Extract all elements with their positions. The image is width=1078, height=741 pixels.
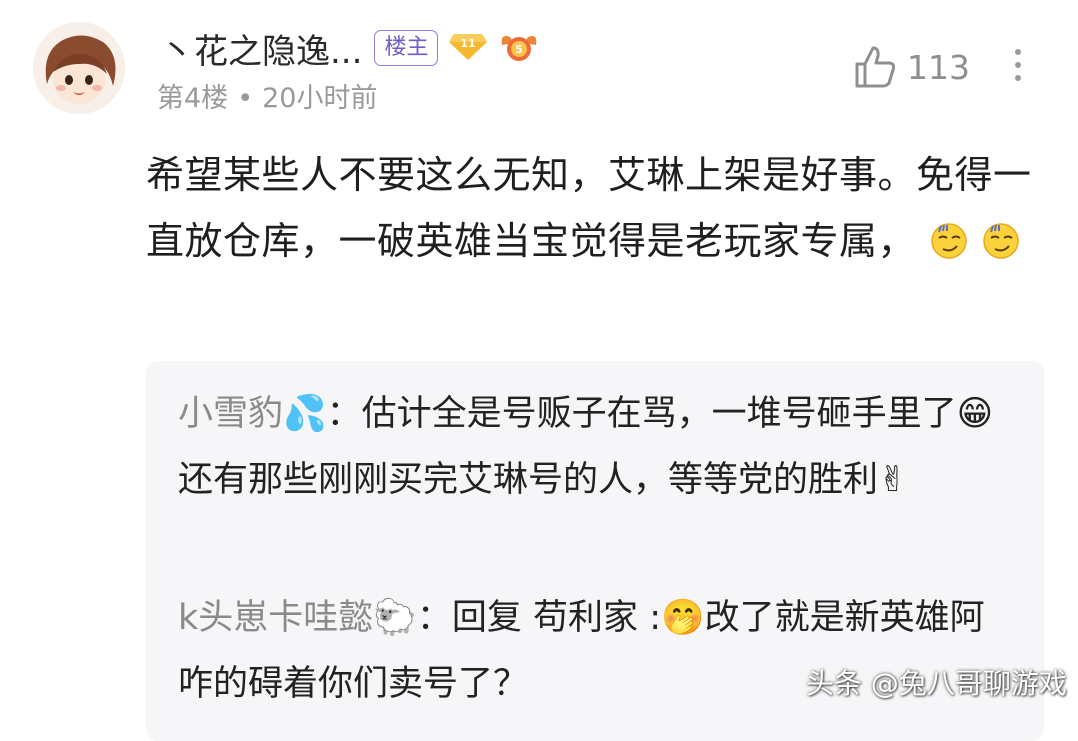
grin-emoji: 😁 <box>956 394 994 434</box>
user-avatar[interactable] <box>33 22 125 114</box>
reply-prefix: 回复 <box>451 598 522 638</box>
smirk-emoji-icon <box>929 214 969 280</box>
reply-colon: ： <box>326 394 362 434</box>
meta-separator: • <box>237 83 254 114</box>
more-options-icon[interactable] <box>1006 44 1030 92</box>
level-badge-icon: 11 <box>448 30 488 66</box>
user-info-line: 丶花之隐逸... 楼主 11 5 <box>160 24 540 73</box>
hand-over-mouth-emoji: 🤭 <box>661 598 705 638</box>
victory-hand-emoji: ✌ <box>878 460 908 500</box>
reply-colon: : <box>649 598 661 638</box>
reply-username[interactable]: 小雪豹 <box>178 394 283 434</box>
reply-username[interactable]: k头崽卡哇懿 <box>178 598 373 638</box>
reply-name-emoji: 💦 <box>283 394 327 434</box>
svg-text:11: 11 <box>461 37 476 50</box>
floor-number: 第4楼 <box>157 83 229 114</box>
medal-badge-icon: 5 <box>498 29 540 67</box>
reply-item[interactable]: 小雪豹💦：估计全是号贩子在骂，一堆号砸手里了😁 还有那些刚刚买完艾琳号的人，等等党… <box>178 381 1028 513</box>
comment-meta: 第4楼 • 20小时前 <box>157 76 377 115</box>
username[interactable]: 丶花之隐逸... <box>160 24 362 73</box>
thumbs-up-icon <box>855 46 896 88</box>
reply-text: 还有那些刚刚买完艾琳号的人，等等党的胜利 <box>178 460 879 500</box>
comment-text: 希望某些人不要这么无知，艾琳上架是好事。免得一直放仓库，一破英雄当宝觉得是老玩家… <box>146 153 1032 263</box>
svg-text:5: 5 <box>516 43 524 56</box>
op-badge: 楼主 <box>374 30 439 66</box>
comment-body: 希望某些人不要这么无知，艾琳上架是好事。免得一直放仓库，一破英雄当宝觉得是老玩家… <box>146 142 1046 280</box>
like-button[interactable]: 113 <box>853 44 970 90</box>
anime-girl-avatar-icon <box>33 22 125 114</box>
reply-name-emoji: 🐑 <box>373 598 417 638</box>
reply-to-user[interactable]: 苟利家 <box>533 598 638 638</box>
watermark: 头条 @兔八哥聊游戏 <box>806 667 1067 700</box>
reply-text: 估计全是号贩子在骂，一堆号砸手里了 <box>361 394 957 434</box>
like-count: 113 <box>907 47 970 87</box>
post-time: 20小时前 <box>262 83 378 114</box>
reply-colon: ： <box>416 598 452 638</box>
smirk-emoji-icon <box>981 214 1021 280</box>
